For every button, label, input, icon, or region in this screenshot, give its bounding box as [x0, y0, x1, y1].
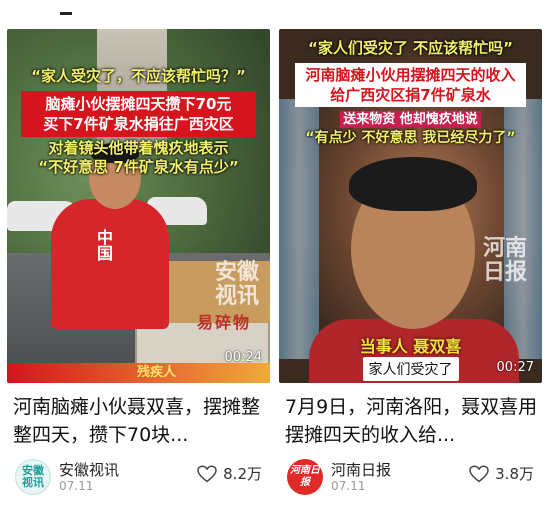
channel-avatar[interactable]: 河南日报: [287, 459, 323, 495]
quote-line: “不好意思 7件矿泉水有点少”: [38, 158, 239, 176]
channel-name[interactable]: 河南日报: [331, 459, 391, 480]
like-count: 3.8万: [495, 465, 534, 483]
video-duration: 00:24: [224, 350, 262, 365]
headline-box: 河南脑瘫小伙用摆摊四天的收入 给广西灾区捐7件矿泉水: [295, 63, 526, 107]
bottom-banner: 残疾人: [7, 363, 270, 383]
bottom-banner-text: 残疾人: [137, 365, 177, 380]
channel-name[interactable]: 安徽视讯: [59, 459, 119, 480]
headline-line: 买下7件矿泉水捐往广西灾区: [43, 115, 234, 133]
status-bar-indicator: [60, 12, 72, 15]
headline-line: 给广西灾区捐7件矿泉水: [330, 86, 491, 104]
publish-date: 07.11: [331, 479, 366, 493]
video-thumbnail[interactable]: 中国 “家人受灾了，不应该帮忙吗？” 脑瘫小伙摆摊四天攒下70元 买下7件矿泉水…: [7, 29, 270, 383]
video-duration: 00:27: [496, 360, 534, 375]
heart-icon: [469, 464, 489, 482]
publish-date: 07.11: [59, 479, 94, 493]
box-label: 易碎物: [197, 313, 252, 332]
person-red-shirt: [51, 199, 169, 329]
quote-line: “有点少 不好意思 我已经尽力了”: [305, 130, 516, 146]
top-caption: “家人们受灾了 不应该帮忙吗”: [308, 39, 513, 57]
pink-caption: 送来物资 他却愧疚地说: [279, 111, 542, 128]
video-title[interactable]: 7月9日，河南洛阳，聂双喜用摆摊四天的收入给...: [279, 393, 542, 451]
heart-icon: [197, 464, 217, 482]
headline-line: 河南脑瘫小伙用摆摊四天的收入: [305, 66, 516, 84]
like-button[interactable]: 8.2万: [197, 463, 262, 484]
headline-box: 脑瘫小伙摆摊四天攒下70元 买下7件矿泉水捐往广西灾区: [21, 91, 256, 137]
card-meta: 安徽 视讯 安徽视讯 07.11 8.2万: [7, 459, 270, 497]
quote-line: 对着镜头他带着愧疚地表示: [48, 139, 229, 157]
headline-line: 脑瘫小伙摆摊四天攒下70元: [45, 95, 232, 113]
top-caption: “家人受灾了，不应该帮忙吗？”: [31, 67, 246, 85]
channel-watermark: 河南 日报: [482, 236, 527, 285]
pink-caption-text: 送来物资 他却愧疚地说: [340, 111, 481, 128]
like-button[interactable]: 3.8万: [469, 463, 534, 484]
card-meta: 河南日报 河南日报 07.11 3.8万: [279, 459, 542, 497]
channel-watermark: 安徽 视讯: [214, 260, 259, 309]
like-count: 8.2万: [223, 465, 262, 483]
person-hair: [349, 157, 477, 211]
video-card-anhui[interactable]: 中国 “家人受灾了，不应该帮忙吗？” 脑瘫小伙摆摊四天攒下70元 买下7件矿泉水…: [7, 29, 270, 497]
video-title[interactable]: 河南脑瘫小伙聂双喜，摆摊整整四天，攒下70块...: [7, 393, 270, 451]
speaker-label: 当事人 聂双喜: [359, 337, 462, 356]
shirt-text: 中国: [94, 229, 113, 261]
video-thumbnail[interactable]: “家人们受灾了 不应该帮忙吗” 河南脑瘫小伙用摆摊四天的收入 给广西灾区捐7件矿…: [279, 29, 542, 383]
video-card-henan[interactable]: “家人们受灾了 不应该帮忙吗” 河南脑瘫小伙用摆摊四天的收入 给广西灾区捐7件矿…: [279, 29, 542, 497]
channel-avatar[interactable]: 安徽 视讯: [15, 459, 51, 495]
subtitle: 家人们受灾了: [362, 357, 459, 381]
